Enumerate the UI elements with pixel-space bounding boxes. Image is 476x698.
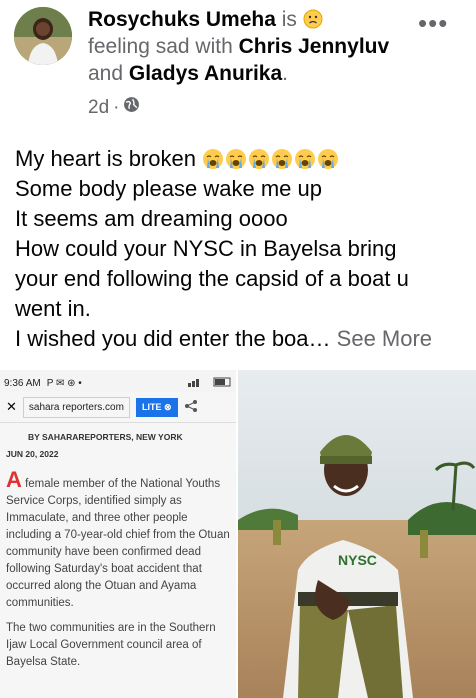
close-icon: ✕ xyxy=(6,399,17,414)
browser-url-bar: ✕ sahara reporters.com LITE ⊗ xyxy=(0,392,236,423)
article-para-1-text: female member of the National Youths Ser… xyxy=(6,478,230,609)
post-line: Some body please wake me up xyxy=(15,176,322,201)
lite-badge: LITE ⊗ xyxy=(135,397,178,417)
is-text: is xyxy=(281,8,297,31)
crying-face-icon xyxy=(294,148,316,170)
post-meta: 2d · xyxy=(88,96,140,119)
status-bar: 9:36 AM P ✉ ⊛ • xyxy=(0,370,236,392)
nysc-photo[interactable]: NYSC xyxy=(238,370,476,698)
feeling-text: feeling sad with xyxy=(88,35,233,58)
crying-face-icon xyxy=(317,148,339,170)
post-line: went in. xyxy=(15,296,91,321)
article-date: JUN 20, 2022 xyxy=(6,449,59,459)
post-time[interactable]: 2d xyxy=(88,97,109,119)
author-name[interactable]: Rosychuks Umeha xyxy=(88,8,276,31)
crying-face-icon xyxy=(225,148,247,170)
status-time: 9:36 AM xyxy=(4,378,41,389)
post-header: Rosychuks Umeha is feeling sad with Chri… xyxy=(0,0,476,125)
svg-text:NYSC: NYSC xyxy=(338,552,377,568)
meta-dot: · xyxy=(113,96,120,118)
post-author-line: Rosychuks Umeha is feeling sad with Chri… xyxy=(88,6,408,87)
post-line: My heart is broken xyxy=(15,146,196,171)
see-more-link[interactable]: See More xyxy=(337,326,432,351)
tagged-user-2[interactable]: Gladys Anurika xyxy=(129,62,282,85)
crying-face-icon xyxy=(202,148,224,170)
avatar[interactable] xyxy=(14,7,72,65)
tagged-user-1[interactable]: Chris Jennyluv xyxy=(239,35,390,58)
post-line: How could your NYSC in Bayelsa bring xyxy=(15,236,397,261)
globe-icon xyxy=(123,96,140,119)
period: . xyxy=(282,62,289,85)
sad-face-icon xyxy=(303,9,323,29)
post-line: your end following the capsid of a boat … xyxy=(15,266,409,291)
share-icon xyxy=(184,399,198,416)
post-line: It seems am dreaming oooo xyxy=(15,206,288,231)
more-options-button[interactable]: ••• xyxy=(418,8,448,39)
news-screenshot-image[interactable]: 9:36 AM P ✉ ⊛ • ✕ sahara reporters.com L… xyxy=(0,370,236,698)
article-para-2: The two communities are in the Southern … xyxy=(6,622,216,668)
signal-icon xyxy=(188,377,232,390)
url-text: sahara reporters.com xyxy=(22,396,130,418)
post-line: I wished you did enter the boa… xyxy=(15,326,331,351)
crying-emojis xyxy=(202,146,340,171)
byline: BY SAHARAREPORTERS, NEW YORK xyxy=(28,432,183,442)
and-text: and xyxy=(88,62,124,85)
crying-face-icon xyxy=(248,148,270,170)
crying-face-icon xyxy=(271,148,293,170)
article-body: BY SAHARAREPORTERS, NEW YORK JUN 20, 202… xyxy=(0,423,236,677)
post-body: My heart is broken Some body please wake… xyxy=(15,144,470,354)
article-para-1: A female member of the National Youths S… xyxy=(6,469,230,612)
dropcap: A xyxy=(6,467,22,492)
status-icons: P ✉ ⊛ • xyxy=(46,378,82,389)
